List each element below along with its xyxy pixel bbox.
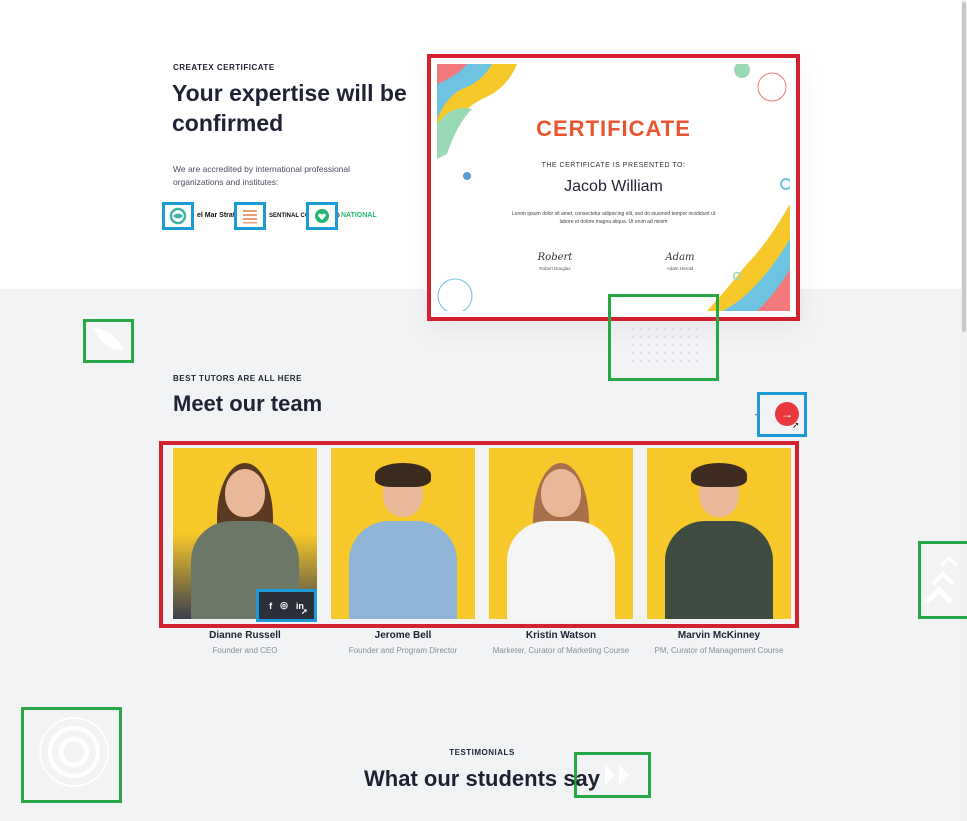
member-photo-2[interactable] <box>331 448 475 619</box>
certificate-card: CERTIFICATE THE CERTIFICATE IS PRESENTED… <box>427 54 800 321</box>
member-role-4: PM, Curator of Management Course <box>654 646 784 655</box>
signature-1-script: Robert <box>537 252 573 263</box>
signature-1: Robert Robert Douglas <box>515 252 595 271</box>
member-role-3: Marketer, Curator of Marketing Course <box>492 646 630 655</box>
testimonials-title: What our students say <box>364 766 600 791</box>
certificate-document: CERTIFICATE THE CERTIFICATE IS PRESENTED… <box>437 64 790 311</box>
heart-logo-icon <box>306 202 338 230</box>
member-name-2[interactable]: Jerome Bell <box>323 630 483 641</box>
member-photo-3[interactable] <box>489 448 633 619</box>
facebook-icon[interactable]: f <box>269 601 272 611</box>
team-eyebrow: BEST TUTORS ARE ALL HERE <box>173 374 302 383</box>
signature-1-name: Robert Douglas <box>539 266 571 271</box>
member-photo-4[interactable] <box>647 448 791 619</box>
leaf-icon <box>94 328 124 351</box>
chevrons-icon <box>925 555 959 604</box>
certificate-recipient: Jacob William <box>564 178 663 195</box>
signature-2-name: Adam Harold <box>666 266 694 271</box>
certificate-heading: CERTIFICATE <box>536 116 691 141</box>
member-name-1[interactable]: Dianne Russell <box>165 630 325 641</box>
dots-pattern-icon <box>629 325 699 363</box>
partner-name-3: NATIONAL <box>341 212 377 219</box>
member-role-1: Founder and CEO <box>212 646 278 655</box>
team-title: Meet our team <box>173 391 323 416</box>
instagram-icon[interactable]: ◎ <box>280 600 288 611</box>
member-role-2: Founder and Program Director <box>348 646 458 655</box>
person-photo-icon <box>331 459 475 619</box>
arrows-decoration <box>918 541 967 619</box>
member-name-4[interactable]: Marvin McKinney <box>639 630 799 641</box>
member-social-links: f ◎ in ➚ <box>256 589 317 622</box>
testimonials-eyebrow: TESTIMONIALS <box>449 748 515 757</box>
partner-logo-3[interactable]: NATIONAL <box>306 202 377 230</box>
certificate-presented-to: THE CERTIFICATE IS PRESENTED TO: <box>541 162 686 169</box>
person-photo-icon <box>489 459 633 619</box>
certificate-body: Lorem ipsum dolor sit amet, consectetur … <box>511 211 716 225</box>
certificate-eyebrow: CREATEX CERTIFICATE <box>173 63 275 72</box>
mouse-cursor-icon: ➚ <box>792 420 800 430</box>
scrollbar[interactable] <box>961 0 967 821</box>
leaf-decoration <box>83 319 134 363</box>
swirl-logo-icon <box>162 202 194 230</box>
scrollbar-thumb[interactable] <box>962 2 966 332</box>
certificate-title: Your expertise will be confirmed <box>172 80 407 136</box>
mouse-cursor-icon: ➚ <box>301 607 308 616</box>
stripes-logo-icon <box>234 202 266 230</box>
member-name-3[interactable]: Kristin Watson <box>481 630 641 641</box>
person-photo-icon <box>647 459 791 619</box>
certificate-description: We are accredited by international profe… <box>173 164 351 187</box>
signature-2: Adam Adam Harold <box>640 252 720 271</box>
signature-2-script: Adam <box>665 252 695 263</box>
carousel-nav: → ➚ <box>757 392 807 437</box>
dots-pattern-decoration <box>608 294 719 381</box>
